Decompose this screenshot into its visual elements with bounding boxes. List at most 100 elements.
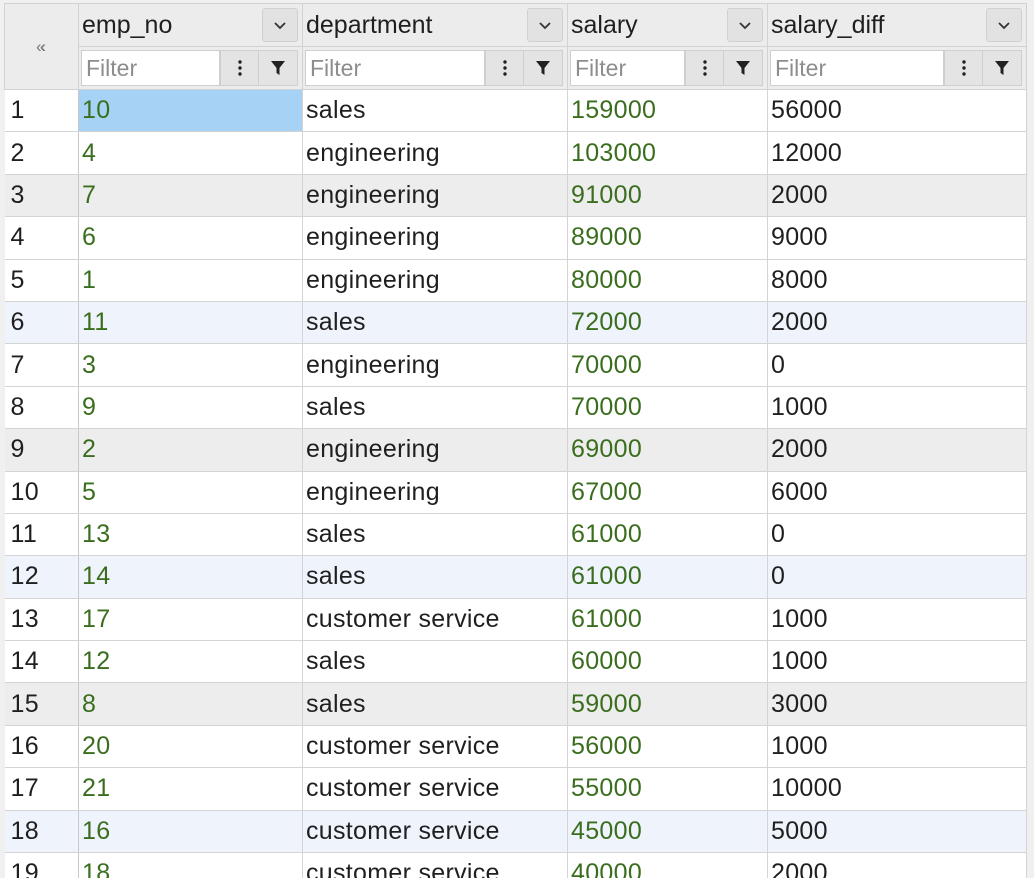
- cell-salary[interactable]: 69000: [567, 428, 768, 472]
- filter-input-salary[interactable]: [570, 50, 685, 86]
- cell-department[interactable]: customer service: [302, 598, 568, 642]
- cell-emp-no[interactable]: 4: [78, 131, 303, 175]
- cell-salary[interactable]: 80000: [567, 259, 768, 302]
- row-number[interactable]: 3: [4, 174, 79, 218]
- cell-salary-diff[interactable]: 6000: [767, 471, 1027, 514]
- cell-emp-no[interactable]: 3: [78, 343, 303, 387]
- cell-salary[interactable]: 60000: [567, 640, 768, 684]
- column-header-emp-no[interactable]: emp_no: [78, 3, 303, 47]
- row-number[interactable]: 15: [4, 682, 79, 726]
- table-row[interactable]: 12 14 sales 61000 0: [4, 555, 1027, 599]
- filter-input-emp-no[interactable]: [81, 50, 220, 86]
- cell-emp-no[interactable]: 18: [78, 852, 303, 878]
- cell-salary[interactable]: 61000: [567, 513, 768, 557]
- cell-department[interactable]: sales: [302, 89, 568, 133]
- cell-salary-diff[interactable]: 8000: [767, 259, 1027, 302]
- row-number[interactable]: 18: [4, 810, 79, 854]
- row-number[interactable]: 11: [4, 513, 79, 557]
- cell-emp-no[interactable]: 2: [78, 428, 303, 472]
- cell-salary-diff[interactable]: 1000: [767, 640, 1027, 684]
- cell-department[interactable]: engineering: [302, 131, 568, 175]
- cell-department[interactable]: sales: [302, 640, 568, 684]
- cell-salary-diff[interactable]: 2000: [767, 301, 1027, 345]
- table-row[interactable]: 10 5 engineering 67000 6000: [4, 471, 1027, 514]
- cell-salary-diff[interactable]: 9000: [767, 216, 1027, 260]
- cell-emp-no[interactable]: 9: [78, 386, 303, 430]
- cell-salary-diff[interactable]: 0: [767, 513, 1027, 557]
- cell-salary[interactable]: 40000: [567, 852, 768, 878]
- cell-department[interactable]: engineering: [302, 259, 568, 302]
- cell-emp-no[interactable]: 21: [78, 767, 303, 811]
- filter-apply-button[interactable]: [259, 50, 298, 86]
- cell-salary-diff[interactable]: 5000: [767, 810, 1027, 854]
- cell-salary[interactable]: 56000: [567, 725, 768, 769]
- row-number[interactable]: 2: [4, 131, 79, 175]
- table-row[interactable]: 5 1 engineering 80000 8000: [4, 259, 1027, 302]
- filter-menu-button[interactable]: [485, 50, 524, 86]
- cell-salary-diff[interactable]: 12000: [767, 131, 1027, 175]
- cell-emp-no[interactable]: 1: [78, 259, 303, 302]
- table-row[interactable]: 17 21 customer service 55000 10000: [4, 767, 1027, 811]
- row-number[interactable]: 9: [4, 428, 79, 472]
- cell-emp-no[interactable]: 13: [78, 513, 303, 557]
- cell-salary-diff[interactable]: 3000: [767, 682, 1027, 726]
- cell-department[interactable]: engineering: [302, 428, 568, 472]
- row-number[interactable]: 13: [4, 598, 79, 642]
- cell-department[interactable]: sales: [302, 301, 568, 345]
- cell-salary[interactable]: 91000: [567, 174, 768, 218]
- filter-menu-button[interactable]: [944, 50, 983, 86]
- cell-emp-no[interactable]: 20: [78, 725, 303, 769]
- cell-salary[interactable]: 59000: [567, 682, 768, 726]
- row-number[interactable]: 19: [4, 852, 79, 878]
- cell-salary-diff[interactable]: 10000: [767, 767, 1027, 811]
- column-dropdown-button[interactable]: [986, 8, 1022, 42]
- cell-department[interactable]: customer service: [302, 852, 568, 878]
- cell-emp-no[interactable]: 6: [78, 216, 303, 260]
- table-row[interactable]: 11 13 sales 61000 0: [4, 513, 1027, 557]
- cell-department[interactable]: engineering: [302, 216, 568, 260]
- cell-salary-diff[interactable]: 1000: [767, 386, 1027, 430]
- cell-emp-no[interactable]: 11: [78, 301, 303, 345]
- cell-salary[interactable]: 70000: [567, 343, 768, 387]
- cell-emp-no[interactable]: 16: [78, 810, 303, 854]
- cell-emp-no[interactable]: 5: [78, 471, 303, 514]
- filter-apply-button[interactable]: [524, 50, 563, 86]
- row-number[interactable]: 8: [4, 386, 79, 430]
- table-row[interactable]: 13 17 customer service 61000 1000: [4, 598, 1027, 642]
- table-row[interactable]: 16 20 customer service 56000 1000: [4, 725, 1027, 769]
- cell-salary-diff[interactable]: 2000: [767, 174, 1027, 218]
- double-chevron-left-icon[interactable]: «‹: [36, 37, 46, 57]
- filter-menu-button[interactable]: [685, 50, 724, 86]
- filter-input-salary-diff[interactable]: [770, 50, 944, 86]
- cell-department[interactable]: customer service: [302, 725, 568, 769]
- row-number[interactable]: 17: [4, 767, 79, 811]
- cell-salary[interactable]: 72000: [567, 301, 768, 345]
- filter-apply-button[interactable]: [724, 50, 763, 86]
- cell-salary[interactable]: 159000: [567, 89, 768, 133]
- cell-department[interactable]: sales: [302, 513, 568, 557]
- table-row[interactable]: 14 12 sales 60000 1000: [4, 640, 1027, 684]
- cell-department[interactable]: engineering: [302, 343, 568, 387]
- filter-apply-button[interactable]: [983, 50, 1022, 86]
- cell-emp-no[interactable]: 14: [78, 555, 303, 599]
- cell-salary-diff[interactable]: 0: [767, 555, 1027, 599]
- table-row[interactable]: 9 2 engineering 69000 2000: [4, 428, 1027, 472]
- column-header-department[interactable]: department: [302, 3, 568, 47]
- row-number[interactable]: 6: [4, 301, 79, 345]
- table-row[interactable]: 19 18 customer service 40000 2000: [4, 852, 1027, 878]
- cell-salary[interactable]: 61000: [567, 555, 768, 599]
- row-number[interactable]: 1: [4, 89, 79, 133]
- cell-department[interactable]: engineering: [302, 174, 568, 218]
- table-row[interactable]: 7 3 engineering 70000 0: [4, 343, 1027, 387]
- cell-salary[interactable]: 45000: [567, 810, 768, 854]
- filter-input-department[interactable]: [305, 50, 485, 86]
- table-row[interactable]: 4 6 engineering 89000 9000: [4, 216, 1027, 260]
- table-row[interactable]: 8 9 sales 70000 1000: [4, 386, 1027, 430]
- cell-salary-diff[interactable]: 2000: [767, 428, 1027, 472]
- cell-department[interactable]: sales: [302, 555, 568, 599]
- cell-department[interactable]: customer service: [302, 767, 568, 811]
- column-header-salary-diff[interactable]: salary_diff: [767, 3, 1027, 47]
- row-number[interactable]: 12: [4, 555, 79, 599]
- collapse-corner-button[interactable]: «‹: [4, 3, 79, 90]
- cell-salary[interactable]: 70000: [567, 386, 768, 430]
